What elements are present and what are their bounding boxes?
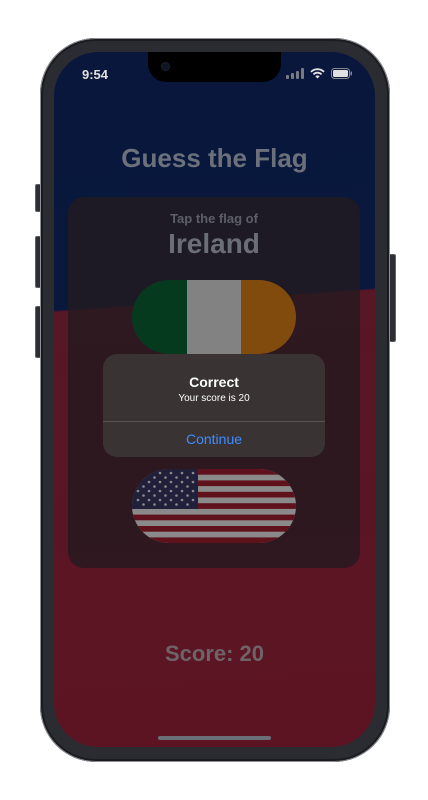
alert-dialog: Correct Your score is 20 Continue [103,354,325,457]
continue-button[interactable]: Continue [103,422,325,457]
side-power-button [389,254,396,342]
alert-title: Correct [189,374,239,390]
app-screen: 9:54 Guess the Flag Tap the flag of Irel… [54,52,375,747]
alert-message: Your score is 20 [178,393,250,404]
home-indicator[interactable] [158,736,271,740]
